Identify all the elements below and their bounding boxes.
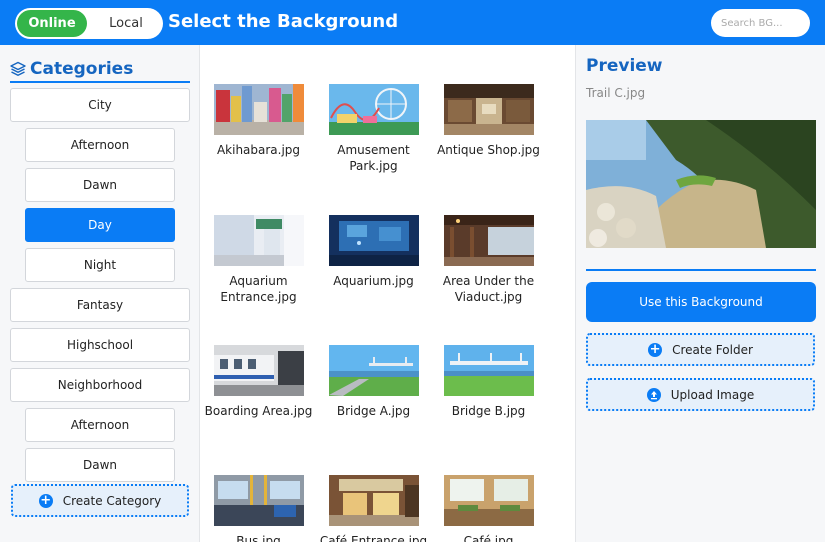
akihabara-thumbnail (213, 84, 304, 135)
background-tile[interactable]: Bus.jpg (201, 475, 316, 542)
plus-circle-icon: + (38, 492, 53, 508)
tile-filename: Aquarium Entrance.jpg (220, 274, 297, 304)
plus-circle-icon: + (648, 341, 663, 357)
bridge-b-thumbnail (443, 345, 534, 396)
background-tile[interactable]: Amusement Park.jpg (316, 84, 431, 174)
background-tile[interactable]: Bridge A.jpg (316, 345, 431, 419)
category-item[interactable]: City (10, 88, 190, 122)
subcategory-item[interactable]: Dawn (25, 448, 175, 482)
categories-header: Categories (10, 56, 190, 83)
background-tile[interactable]: Café.jpg (431, 475, 546, 542)
subcategory-item[interactable]: Afternoon (25, 408, 175, 442)
use-background-button[interactable]: Use this Background (586, 282, 816, 322)
background-tile[interactable]: Akihabara.jpg (201, 84, 316, 158)
tile-filename: Bus.jpg (236, 534, 281, 542)
source-toggle: Online Local (15, 8, 163, 39)
search-input[interactable] (711, 9, 810, 37)
upload-icon (646, 387, 661, 402)
subcategory-item-selected[interactable]: Day (25, 208, 175, 242)
tile-filename: Antique Shop.jpg (437, 143, 540, 157)
cafe-entrance-thumbnail (328, 475, 419, 526)
area-under-viaduct-thumbnail (443, 215, 534, 266)
tile-filename: Café.jpg (463, 534, 514, 542)
background-grid: Akihabara.jpg Amusement Park.jpg Antique… (201, 45, 575, 542)
background-tile[interactable]: Aquarium Entrance.jpg (201, 215, 316, 305)
upload-image-label: Upload Image (670, 387, 755, 402)
tile-filename: Aquarium.jpg (333, 274, 414, 288)
preview-panel: Preview Trail C.jpg Use this Background … (575, 45, 825, 542)
category-item[interactable]: Highschool (10, 328, 190, 362)
tile-filename: Café Entrance.jpg (319, 534, 428, 542)
create-category-button[interactable]: + Create Category (11, 484, 189, 517)
preview-divider (586, 269, 816, 271)
create-folder-button[interactable]: + Create Folder (586, 333, 815, 366)
aquarium-entrance-thumbnail (213, 215, 304, 266)
bus-thumbnail (213, 475, 304, 526)
background-tile[interactable]: Café Entrance.jpg (316, 475, 431, 542)
tile-filename: Bridge B.jpg (451, 404, 526, 418)
online-toggle-button[interactable]: Online (17, 10, 87, 37)
aquarium-thumbnail (328, 215, 419, 266)
categories-title: Categories (30, 58, 134, 79)
create-folder-label: Create Folder (672, 342, 753, 357)
tile-filename: Bridge A.jpg (336, 404, 411, 418)
tile-filename: Area Under the Viaduct.jpg (442, 274, 535, 304)
boarding-area-thumbnail (213, 345, 304, 396)
antique-shop-thumbnail (443, 84, 534, 135)
create-category-label: Create Category (62, 493, 162, 508)
bridge-a-thumbnail (328, 345, 419, 396)
background-tile[interactable]: Bridge B.jpg (431, 345, 546, 419)
background-tile[interactable]: Area Under the Viaduct.jpg (431, 215, 546, 305)
category-item[interactable]: Neighborhood (10, 368, 190, 402)
amusement-park-thumbnail (328, 84, 419, 135)
subcategory-item[interactable]: Night (25, 248, 175, 282)
top-bar: Online Local Select the Background (0, 0, 825, 45)
tile-filename: Boarding Area.jpg (204, 404, 313, 418)
categories-sidebar: Categories City Afternoon Dawn Day Night… (0, 45, 200, 542)
subcategory-item[interactable]: Afternoon (25, 128, 175, 162)
background-tile[interactable]: Aquarium.jpg (316, 215, 431, 289)
tile-filename: Akihabara.jpg (216, 143, 301, 157)
cafe-thumbnail (443, 475, 534, 526)
background-tile[interactable]: Boarding Area.jpg (201, 345, 316, 419)
preview-image (586, 120, 816, 248)
category-item[interactable]: Fantasy (10, 288, 190, 322)
preview-title: Preview (586, 56, 663, 76)
tile-filename: Amusement Park.jpg (337, 143, 410, 173)
background-tile[interactable]: Antique Shop.jpg (431, 84, 546, 158)
layers-icon (10, 61, 26, 76)
subcategory-item[interactable]: Dawn (25, 168, 175, 202)
local-toggle-button[interactable]: Local (93, 10, 159, 37)
page-title: Select the Background (168, 11, 399, 32)
preview-filename: Trail C.jpg (586, 86, 646, 100)
upload-image-button[interactable]: Upload Image (586, 378, 815, 411)
